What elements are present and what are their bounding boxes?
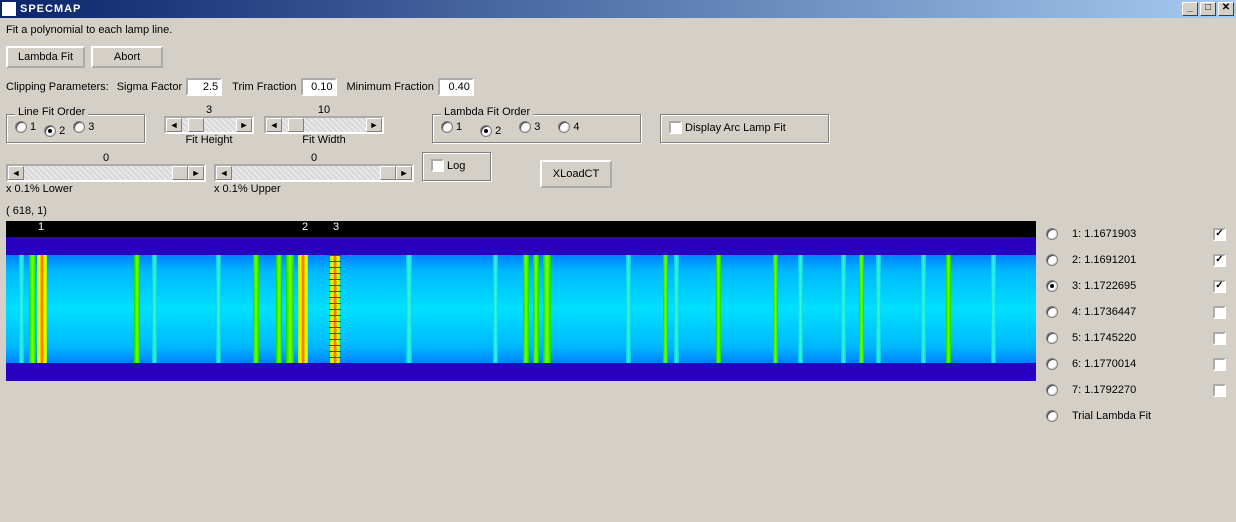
fit-height-slider[interactable]: ◄ ► [164, 116, 254, 134]
spectrum-display[interactable]: 1 2 3 [6, 221, 1036, 381]
wave-radio-6[interactable] [1046, 358, 1058, 370]
clipping-label: Clipping Parameters: [6, 81, 109, 93]
line-fit-order-group: Line Fit Order 123 [6, 114, 146, 144]
trial-lambda-label: Trial Lambda Fit [1072, 410, 1226, 422]
sigma-input[interactable] [186, 78, 222, 96]
cursor-readout: ( 618, 1) [6, 205, 1230, 217]
display-arc-group: Display Arc Lamp Fit [660, 114, 830, 144]
instruction-text: Fit a polynomial to each lamp line. [6, 24, 1230, 36]
ruler: 1 2 3 [6, 221, 1036, 235]
display-arc-label: Display Arc Lamp Fit [685, 122, 786, 134]
right-arrow-icon[interactable]: ► [188, 166, 204, 180]
trial-lambda-row: Trial Lambda Fit [1046, 403, 1226, 429]
spectrum-lines [6, 255, 1036, 363]
ruler-mark: 2 [302, 221, 308, 233]
line-fit-order-1[interactable]: 1 [15, 121, 36, 133]
wave-row-4: 4: 1.1736447 [1046, 299, 1226, 325]
wave-radio-4[interactable] [1046, 306, 1058, 318]
wave-label: 4: 1.1736447 [1072, 306, 1207, 318]
lambda-fit-order-legend: Lambda Fit Order [441, 106, 533, 118]
titlebar: SPECMAP _ □ ✕ [0, 0, 1236, 18]
fit-width-caption: Fit Width [302, 134, 345, 146]
minfrac-label: Minimum Fraction [347, 81, 434, 93]
wave-checkbox-6[interactable] [1213, 358, 1226, 371]
fit-width-slider[interactable]: ◄ ► [264, 116, 384, 134]
wave-checkbox-1[interactable] [1213, 228, 1226, 241]
trial-lambda-radio[interactable] [1046, 410, 1058, 422]
ruler-mark: 1 [38, 221, 44, 233]
fit-height-value: 3 [206, 104, 212, 116]
right-arrow-icon[interactable]: ► [396, 166, 412, 180]
left-arrow-icon[interactable]: ◄ [266, 118, 282, 132]
wave-radio-7[interactable] [1046, 384, 1058, 396]
wave-row-1: 1: 1.1671903 [1046, 221, 1226, 247]
close-button[interactable]: ✕ [1218, 2, 1234, 16]
wave-row-3: 3: 1.1722695 [1046, 273, 1226, 299]
ruler-mark: 3 [333, 221, 339, 233]
fit-height-caption: Fit Height [185, 134, 232, 146]
left-arrow-icon[interactable]: ◄ [8, 166, 24, 180]
line-fit-order-3[interactable]: 3 [73, 121, 94, 133]
log-group: Log [422, 152, 492, 182]
wave-label: 3: 1.1722695 [1072, 280, 1207, 292]
window-title: SPECMAP [20, 3, 1182, 15]
wave-checkbox-5[interactable] [1213, 332, 1226, 345]
upper-slider[interactable]: ◄ ► [214, 164, 414, 182]
line-fit-order-2[interactable]: 2 [44, 125, 65, 137]
lambda-fit-order-3[interactable]: 3 [519, 121, 540, 133]
log-label: Log [447, 160, 465, 172]
trim-label: Trim Fraction [232, 81, 296, 93]
log-checkbox[interactable]: Log [431, 159, 465, 172]
wave-checkbox-3[interactable] [1213, 280, 1226, 293]
right-arrow-icon[interactable]: ► [236, 118, 252, 132]
wave-label: 5: 1.1745220 [1072, 332, 1207, 344]
wave-label: 2: 1.1691201 [1072, 254, 1207, 266]
wave-checkbox-2[interactable] [1213, 254, 1226, 267]
window-controls: _ □ ✕ [1182, 2, 1234, 16]
wave-radio-5[interactable] [1046, 332, 1058, 344]
display-arc-checkbox[interactable]: Display Arc Lamp Fit [669, 121, 786, 134]
wave-radio-1[interactable] [1046, 228, 1058, 240]
lower-value: 0 [103, 152, 109, 164]
wave-checkbox-7[interactable] [1213, 384, 1226, 397]
wave-label: 6: 1.1770014 [1072, 358, 1207, 370]
line-fit-order-legend: Line Fit Order [15, 106, 88, 118]
lambda-fit-order-group: Lambda Fit Order 1234 [432, 114, 642, 144]
lower-caption: x 0.1% Lower [6, 183, 73, 195]
lambda-fit-order-4[interactable]: 4 [558, 121, 579, 133]
fit-width-value: 10 [318, 104, 330, 116]
wave-row-5: 5: 1.1745220 [1046, 325, 1226, 351]
lambda-fit-order-1[interactable]: 1 [441, 121, 462, 133]
left-arrow-icon[interactable]: ◄ [216, 166, 232, 180]
lambda-fit-order-2[interactable]: 2 [480, 125, 501, 137]
wave-label: 1: 1.1671903 [1072, 228, 1207, 240]
xloadct-button[interactable]: XLoadCT [540, 160, 612, 188]
app-icon [2, 2, 16, 16]
wave-row-7: 7: 1.1792270 [1046, 377, 1226, 403]
abort-button[interactable]: Abort [91, 46, 163, 68]
upper-caption: x 0.1% Upper [214, 183, 281, 195]
left-arrow-icon[interactable]: ◄ [166, 118, 182, 132]
upper-value: 0 [311, 152, 317, 164]
wave-row-2: 2: 1.1691201 [1046, 247, 1226, 273]
sigma-label: Sigma Factor [117, 81, 182, 93]
right-arrow-icon[interactable]: ► [366, 118, 382, 132]
wave-row-6: 6: 1.1770014 [1046, 351, 1226, 377]
maximize-button[interactable]: □ [1200, 2, 1216, 16]
lower-slider[interactable]: ◄ ► [6, 164, 206, 182]
wave-label: 7: 1.1792270 [1072, 384, 1207, 396]
minfrac-input[interactable] [438, 78, 474, 96]
wavelength-list: 1: 1.1671903 2: 1.1691201 3: 1.1722695 4: 1… [1046, 221, 1226, 429]
lambda-fit-button[interactable]: Lambda Fit [6, 46, 85, 68]
wave-checkbox-4[interactable] [1213, 306, 1226, 319]
wave-radio-2[interactable] [1046, 254, 1058, 266]
minimize-button[interactable]: _ [1182, 2, 1198, 16]
wave-radio-3[interactable] [1046, 280, 1058, 292]
trim-input[interactable] [301, 78, 337, 96]
